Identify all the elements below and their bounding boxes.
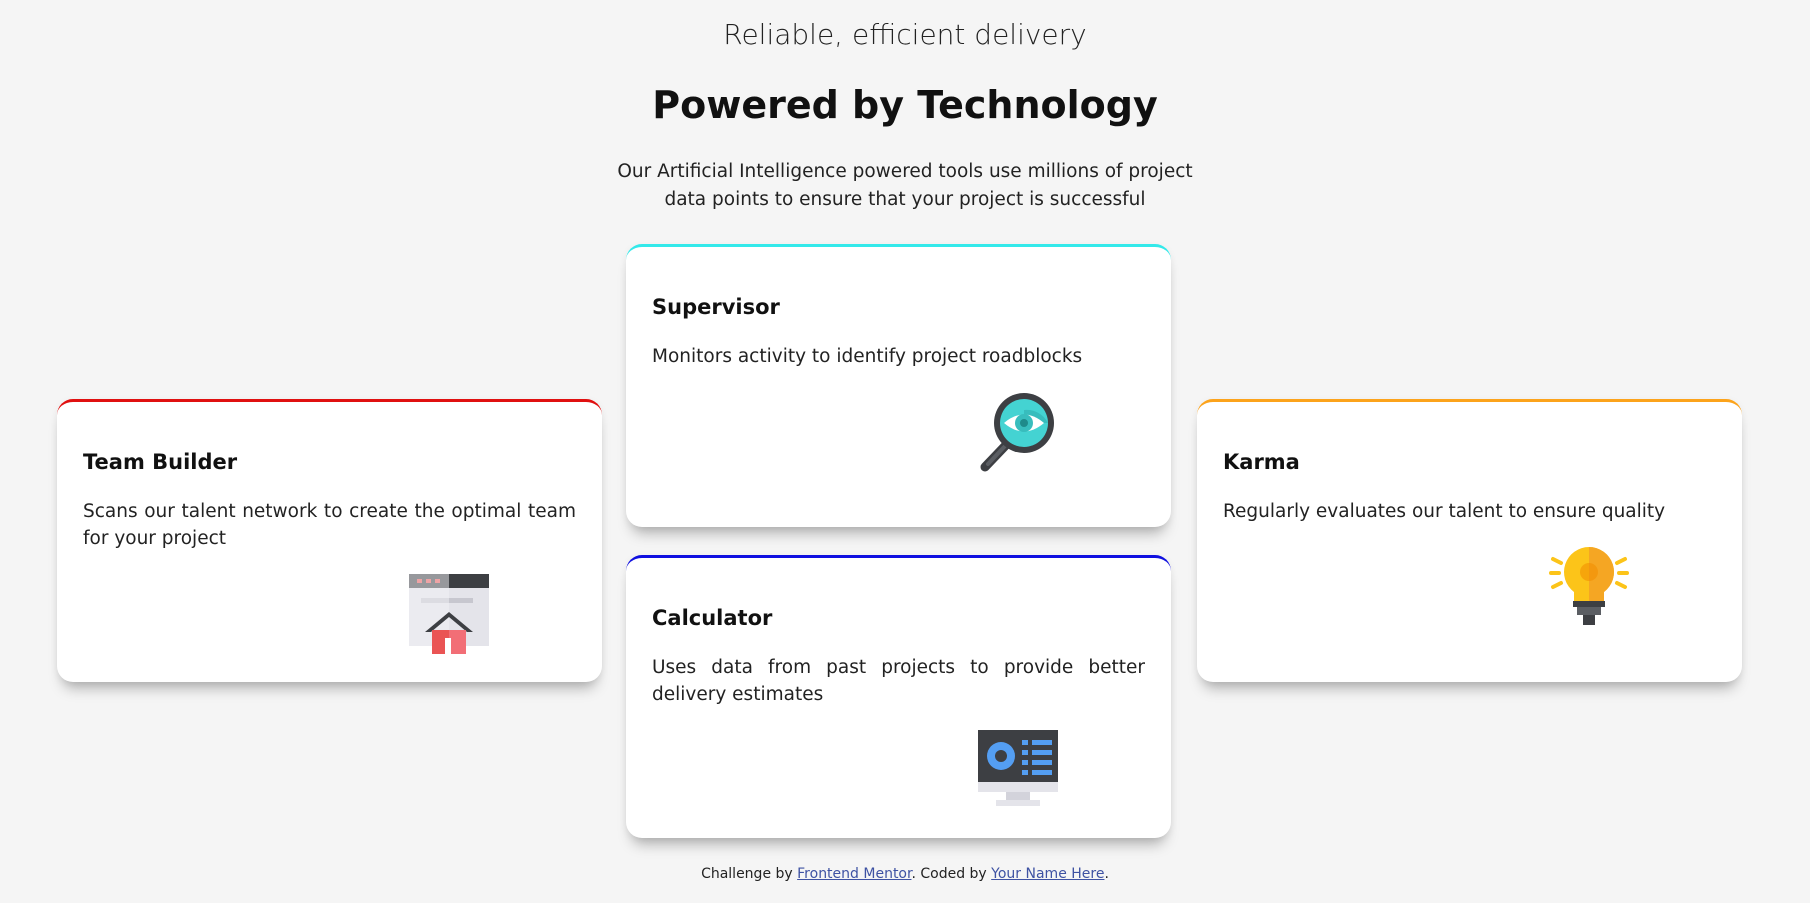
lightbulb-icon	[1547, 545, 1631, 629]
footer-middle: . Coded by	[911, 866, 992, 882]
card-team-builder: Team Builder Scans our talent network to…	[57, 399, 602, 682]
card-description: Uses data from past projects to provide …	[652, 657, 1145, 705]
section-subtitle: Reliable, efficient delivery	[723, 18, 1087, 51]
card-title: Team Builder	[83, 450, 238, 474]
attribution-footer: Challenge by Frontend Mentor. Coded by Y…	[0, 866, 1810, 882]
footer-prefix: Challenge by	[701, 866, 798, 882]
card-description: Scans our talent network to create the o…	[83, 501, 576, 549]
card-title: Karma	[1223, 450, 1300, 474]
intro-text: Our Artificial Intelligence powered tool…	[617, 161, 1193, 210]
team-builder-icon	[407, 572, 491, 656]
card-supervisor: Supervisor Monitors activity to identify…	[626, 244, 1171, 527]
card-description: Regularly evaluates our talent to ensure…	[1223, 501, 1666, 522]
page-title: Powered by Technology	[652, 83, 1158, 127]
card-calculator: Calculator Uses data from past projects …	[626, 555, 1171, 838]
magnifier-eye-icon	[976, 390, 1060, 474]
calculator-monitor-icon	[976, 728, 1060, 812]
card-title: Calculator	[652, 606, 773, 630]
card-title: Supervisor	[652, 295, 780, 319]
card-karma: Karma Regularly evaluates our talent to …	[1197, 399, 1742, 682]
frontend-mentor-link[interactable]: Frontend Mentor	[797, 866, 911, 882]
footer-suffix: .	[1104, 866, 1109, 882]
card-description: Monitors activity to identify project ro…	[652, 346, 1083, 367]
author-link[interactable]: Your Name Here	[991, 866, 1104, 882]
